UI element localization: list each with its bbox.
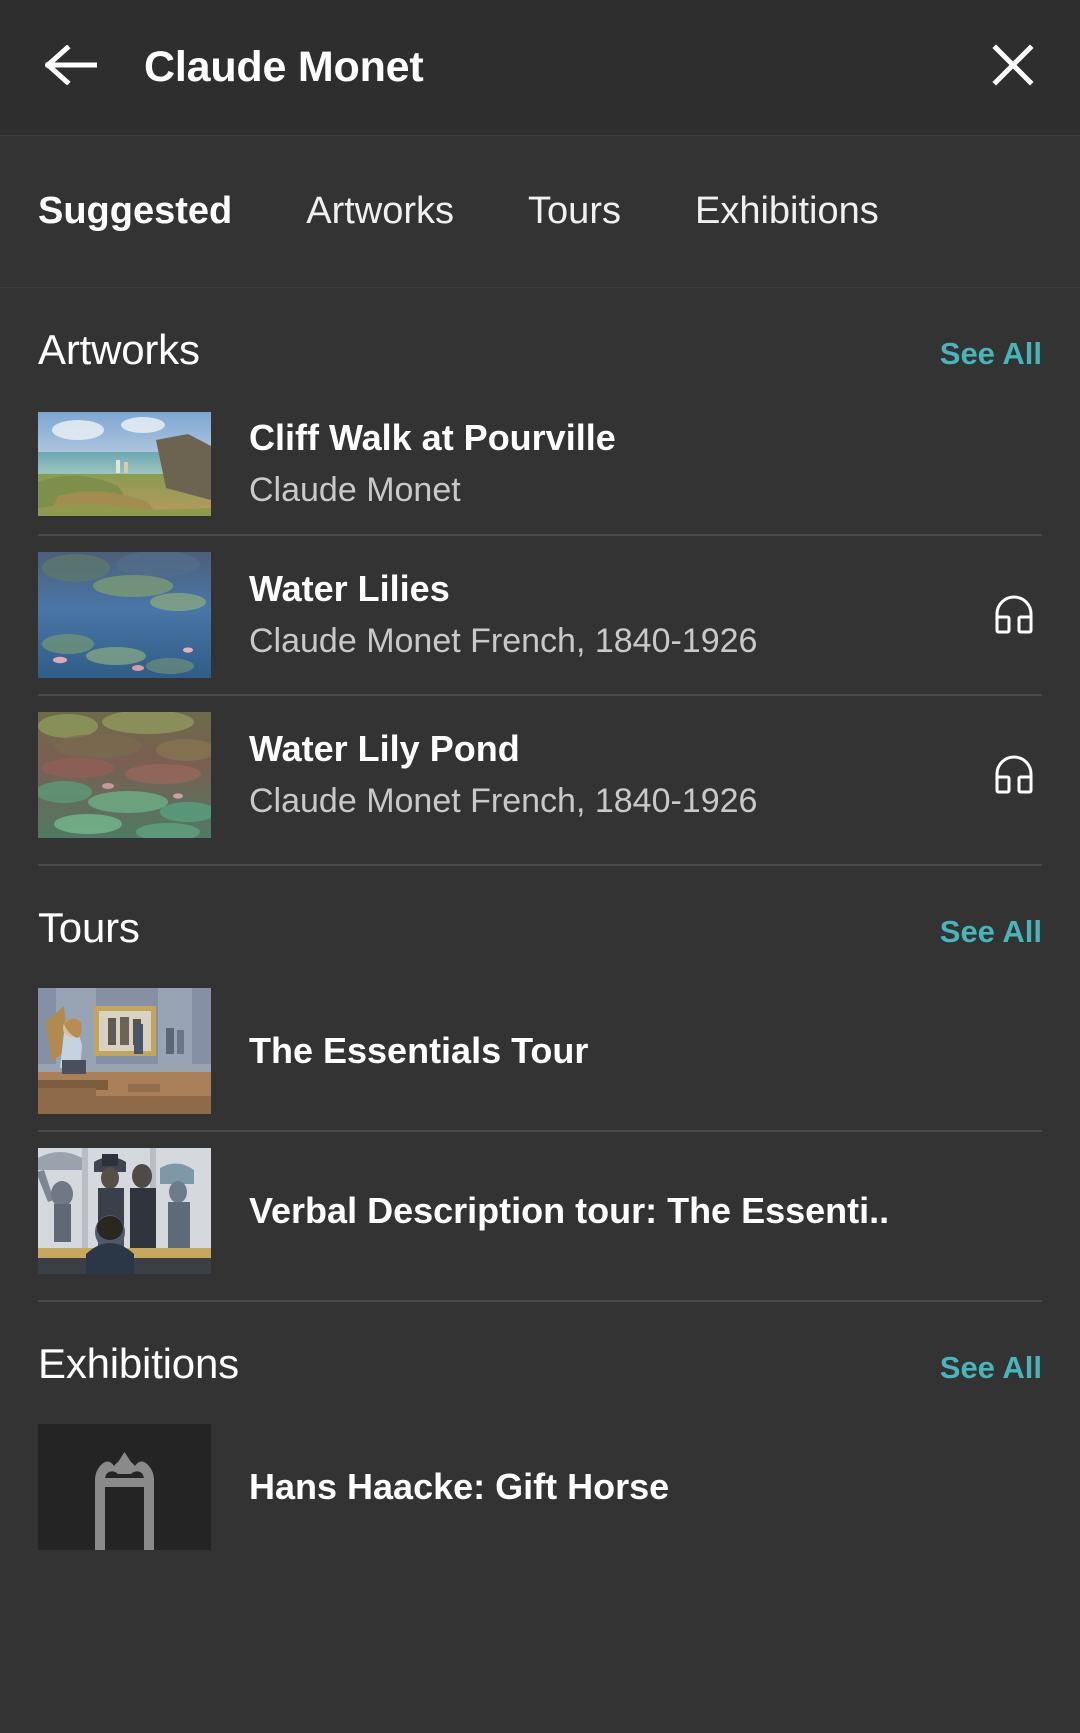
headphones-icon [991,591,1037,640]
artwork-subtitle: Claude Monet French, 1840-1926 [249,782,758,821]
tab-artworks[interactable]: Artworks [306,190,454,233]
arrow-left-icon [44,44,98,90]
water-lilies-thumbnail [38,552,211,678]
exhibition-title: Hans Haacke: Gift Horse [249,1466,670,1508]
audio-guide-button[interactable] [986,747,1042,803]
verbal-description-tour-thumbnail [38,1148,211,1274]
artwork-row-text: Water Lily Pond Claude Monet French, 184… [249,725,970,825]
audio-guide-button[interactable] [986,587,1042,643]
tab-exhibitions[interactable]: Exhibitions [695,190,879,233]
headphones-icon [991,751,1037,800]
artwork-row[interactable]: Cliff Walk at Pourville Claude Monet [38,394,1042,534]
tab-suggested[interactable]: Suggested [38,190,232,233]
artwork-subtitle: Claude Monet French, 1840-1926 [249,622,758,661]
search-results-list: Artworks See All Cliff Walk at Pourville… [0,288,1080,1566]
artwork-title: Water Lilies [249,567,450,609]
see-all-exhibitions-link[interactable]: See All [940,1350,1042,1388]
tour-row[interactable]: Verbal Description tour: The Essenti.. [38,1132,1042,1290]
artwork-subtitle: Claude Monet [249,471,461,510]
see-all-tours-link[interactable]: See All [940,914,1042,952]
section-title-exhibitions: Exhibitions [38,1340,239,1387]
page-title: Claude Monet [144,43,424,91]
section-header-artworks: Artworks See All [38,288,1042,394]
artwork-row[interactable]: Water Lily Pond Claude Monet French, 184… [38,696,1042,854]
tab-tours[interactable]: Tours [528,190,621,233]
tour-row[interactable]: The Essentials Tour [38,972,1042,1130]
close-button[interactable] [982,37,1044,99]
section-header-tours: Tours See All [38,866,1042,972]
water-lily-pond-thumbnail [38,712,211,838]
exhibition-row-text: Hans Haacke: Gift Horse [249,1463,970,1511]
picture-frame-placeholder-thumbnail [38,1424,211,1550]
back-button[interactable] [40,37,102,99]
artwork-row-text: Water Lilies Claude Monet French, 1840-1… [249,565,970,665]
section-title-artworks: Artworks [38,326,200,373]
tour-row-text: Verbal Description tour: The Essenti.. [249,1187,970,1235]
cliff-walk-thumbnail [38,412,211,516]
search-header: Claude Monet [0,0,1080,136]
artwork-row[interactable]: Water Lilies Claude Monet French, 1840-1… [38,536,1042,694]
artwork-row-text: Cliff Walk at Pourville Claude Monet [249,414,970,514]
section-title-tours: Tours [38,904,140,951]
tour-title: The Essentials Tour [249,1030,589,1072]
exhibition-row[interactable]: Hans Haacke: Gift Horse [38,1408,1042,1566]
artwork-title: Cliff Walk at Pourville [249,416,616,458]
see-all-artworks-link[interactable]: See All [940,336,1042,374]
essentials-tour-thumbnail [38,988,211,1114]
tour-row-text: The Essentials Tour [249,1027,970,1075]
close-icon [992,44,1034,91]
section-header-exhibitions: Exhibitions See All [38,1302,1042,1408]
tab-bar: Suggested Artworks Tours Exhibitions [0,136,1080,288]
artwork-title: Water Lily Pond [249,727,520,769]
tour-title: Verbal Description tour: The Essenti.. [249,1190,890,1232]
